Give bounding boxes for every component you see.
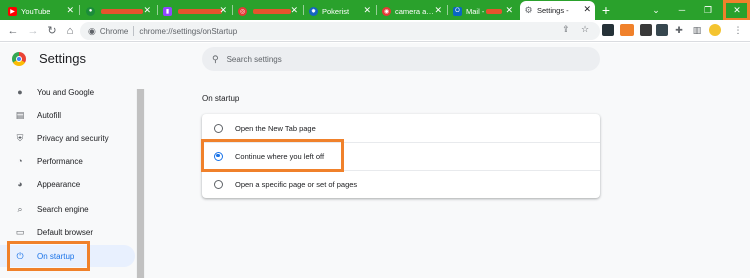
extension-icon[interactable] <box>656 24 668 36</box>
page-title: Settings <box>39 51 86 66</box>
pokerist-icon: ✸ <box>309 6 318 16</box>
tab-redacted-2[interactable]: ▮ ✕ <box>159 2 231 20</box>
extension-icon[interactable] <box>602 24 614 36</box>
sidebar-item-label: You and Google <box>37 87 95 97</box>
twitch-icon: ▮ <box>163 6 172 16</box>
chrome-icon: ◉ <box>88 25 96 36</box>
redacted-title <box>486 8 503 14</box>
close-tab-icon[interactable]: ✕ <box>363 6 371 15</box>
menu-icon[interactable]: ⋮ <box>732 24 744 36</box>
option-new-tab-page[interactable]: Open the New Tab page <box>202 114 600 142</box>
close-tab-icon[interactable]: ✕ <box>143 6 151 15</box>
forward-button[interactable]: → <box>26 23 40 39</box>
close-tab-icon[interactable]: ✕ <box>66 6 74 15</box>
clipboard-icon: ▤ <box>15 109 25 120</box>
site-icon: ● <box>86 6 95 16</box>
tab-pokerist[interactable]: ✸ Pokerist ✕ <box>305 2 375 20</box>
youtube-icon: ▶ <box>8 6 17 16</box>
chrome-chip: ◉ Chrome <box>88 26 128 37</box>
reload-button[interactable]: ↻ <box>45 23 59 39</box>
radio-button[interactable] <box>214 179 223 189</box>
bookmark-star-icon[interactable]: ☆ <box>579 23 591 35</box>
on-startup-highlight <box>7 241 90 271</box>
on-startup-heading: On startup <box>202 94 240 103</box>
sidebar-item-search-engine[interactable]: ⌕ Search engine <box>0 198 135 220</box>
address-bar[interactable]: ◉ Chrome chrome://settings/onStartup <box>80 22 600 40</box>
tab-title: Pokerist <box>322 6 350 16</box>
sidebar-scrollbar-thumb[interactable] <box>137 89 144 278</box>
profile-avatar[interactable] <box>709 24 721 36</box>
sidebar-item-performance[interactable]: ◔ Performance <box>0 150 135 172</box>
chrome-label: Chrome <box>99 26 129 36</box>
tab-title: camera a… <box>395 6 434 16</box>
home-button[interactable]: ⌂ <box>63 23 77 39</box>
close-tab-icon[interactable]: ✕ <box>434 6 442 15</box>
gear-icon: ⚙ <box>524 5 533 15</box>
redacted-title <box>178 8 222 14</box>
sidebar-item-label: Appearance <box>37 179 81 189</box>
tab-search-icon[interactable]: ⌄ <box>643 0 669 20</box>
search-settings-input[interactable]: ⚲ Search settings <box>202 47 600 71</box>
redacted-title <box>101 8 143 14</box>
tab-camera[interactable]: ◉ camera a… ✕ <box>378 2 446 20</box>
close-tab-icon[interactable]: ✕ <box>219 6 227 15</box>
divider <box>133 26 135 36</box>
tab-mail[interactable]: O Mail - ✕ <box>449 2 517 20</box>
back-button[interactable]: ← <box>6 23 20 39</box>
close-tab-icon[interactable]: ✕ <box>505 6 513 15</box>
tab-settings[interactable]: ⚙ Settings - ✕ <box>520 1 595 20</box>
continue-option-highlight <box>201 139 344 172</box>
outlook-icon: O <box>453 6 462 16</box>
tab-redacted-3[interactable]: ◎ ✕ <box>234 2 302 20</box>
radio-button[interactable] <box>214 123 223 133</box>
site-icon: ◉ <box>382 6 391 16</box>
sidebar-item-autofill[interactable]: ▤ Autofill <box>0 104 135 126</box>
shield-icon: ⛨ <box>16 132 24 143</box>
share-icon[interactable]: ⇪ <box>560 23 572 35</box>
option-specific-pages[interactable]: Open a specific page or set of pages <box>202 170 600 198</box>
new-tab-button[interactable]: + <box>599 2 613 18</box>
redacted-title <box>253 8 291 14</box>
gauge-icon: ◔ <box>17 156 23 166</box>
browser-icon: ▭ <box>15 226 25 237</box>
tab-redacted-1[interactable]: ● ✕ <box>82 2 155 20</box>
restore-button[interactable]: ❐ <box>695 0 721 20</box>
side-panel-icon[interactable]: ▥ <box>691 24 703 36</box>
sidebar-item-label: Privacy and security <box>37 133 109 143</box>
extension-icon[interactable] <box>640 24 652 36</box>
sidebar-item-you-and-google[interactable]: ● You and Google <box>0 81 135 103</box>
minimize-button[interactable]: ─ <box>669 0 695 20</box>
option-label: Open a specific page or set of pages <box>235 179 358 189</box>
search-icon: ⌕ <box>17 203 23 214</box>
close-button-highlight <box>723 0 750 21</box>
search-placeholder: Search settings <box>226 54 282 64</box>
url-text: chrome://settings/onStartup <box>139 26 238 36</box>
option-label: Open the New Tab page <box>235 123 316 133</box>
toolbar: ← → ↻ ⌂ ◉ Chrome chrome://settings/onSta… <box>0 20 750 42</box>
sidebar-item-label: Search engine <box>37 204 89 214</box>
person-icon: ● <box>17 87 23 97</box>
tab-youtube[interactable]: ▶ YouTube ✕ <box>4 2 78 20</box>
sidebar-item-appearance[interactable]: ◕ Appearance <box>0 173 135 195</box>
site-icon: ◎ <box>238 6 247 16</box>
extensions-puzzle-icon[interactable]: ✚ <box>673 24 685 36</box>
extension-icon[interactable] <box>620 24 634 36</box>
sidebar-item-label: Default browser <box>37 227 94 237</box>
tab-title: YouTube <box>21 6 51 16</box>
tab-strip: ▶ YouTube ✕ ● ✕ ▮ ✕ ◎ ✕ ✸ Pokerist ✕ ◉ c… <box>0 0 750 21</box>
tab-title: Mail - <box>466 6 485 16</box>
chrome-logo-icon <box>12 52 26 66</box>
sidebar-item-label: Performance <box>37 156 83 166</box>
sidebar-item-default-browser[interactable]: ▭ Default browser <box>0 221 135 243</box>
close-tab-icon[interactable]: ✕ <box>290 6 298 15</box>
sidebar-item-label: Autofill <box>37 110 62 120</box>
palette-icon: ◕ <box>17 179 23 189</box>
close-tab-icon[interactable]: ✕ <box>583 5 591 14</box>
tab-title: Settings - <box>537 6 569 15</box>
sidebar-item-privacy[interactable]: ⛨ Privacy and security <box>0 127 135 149</box>
search-icon: ⚲ <box>212 53 219 64</box>
